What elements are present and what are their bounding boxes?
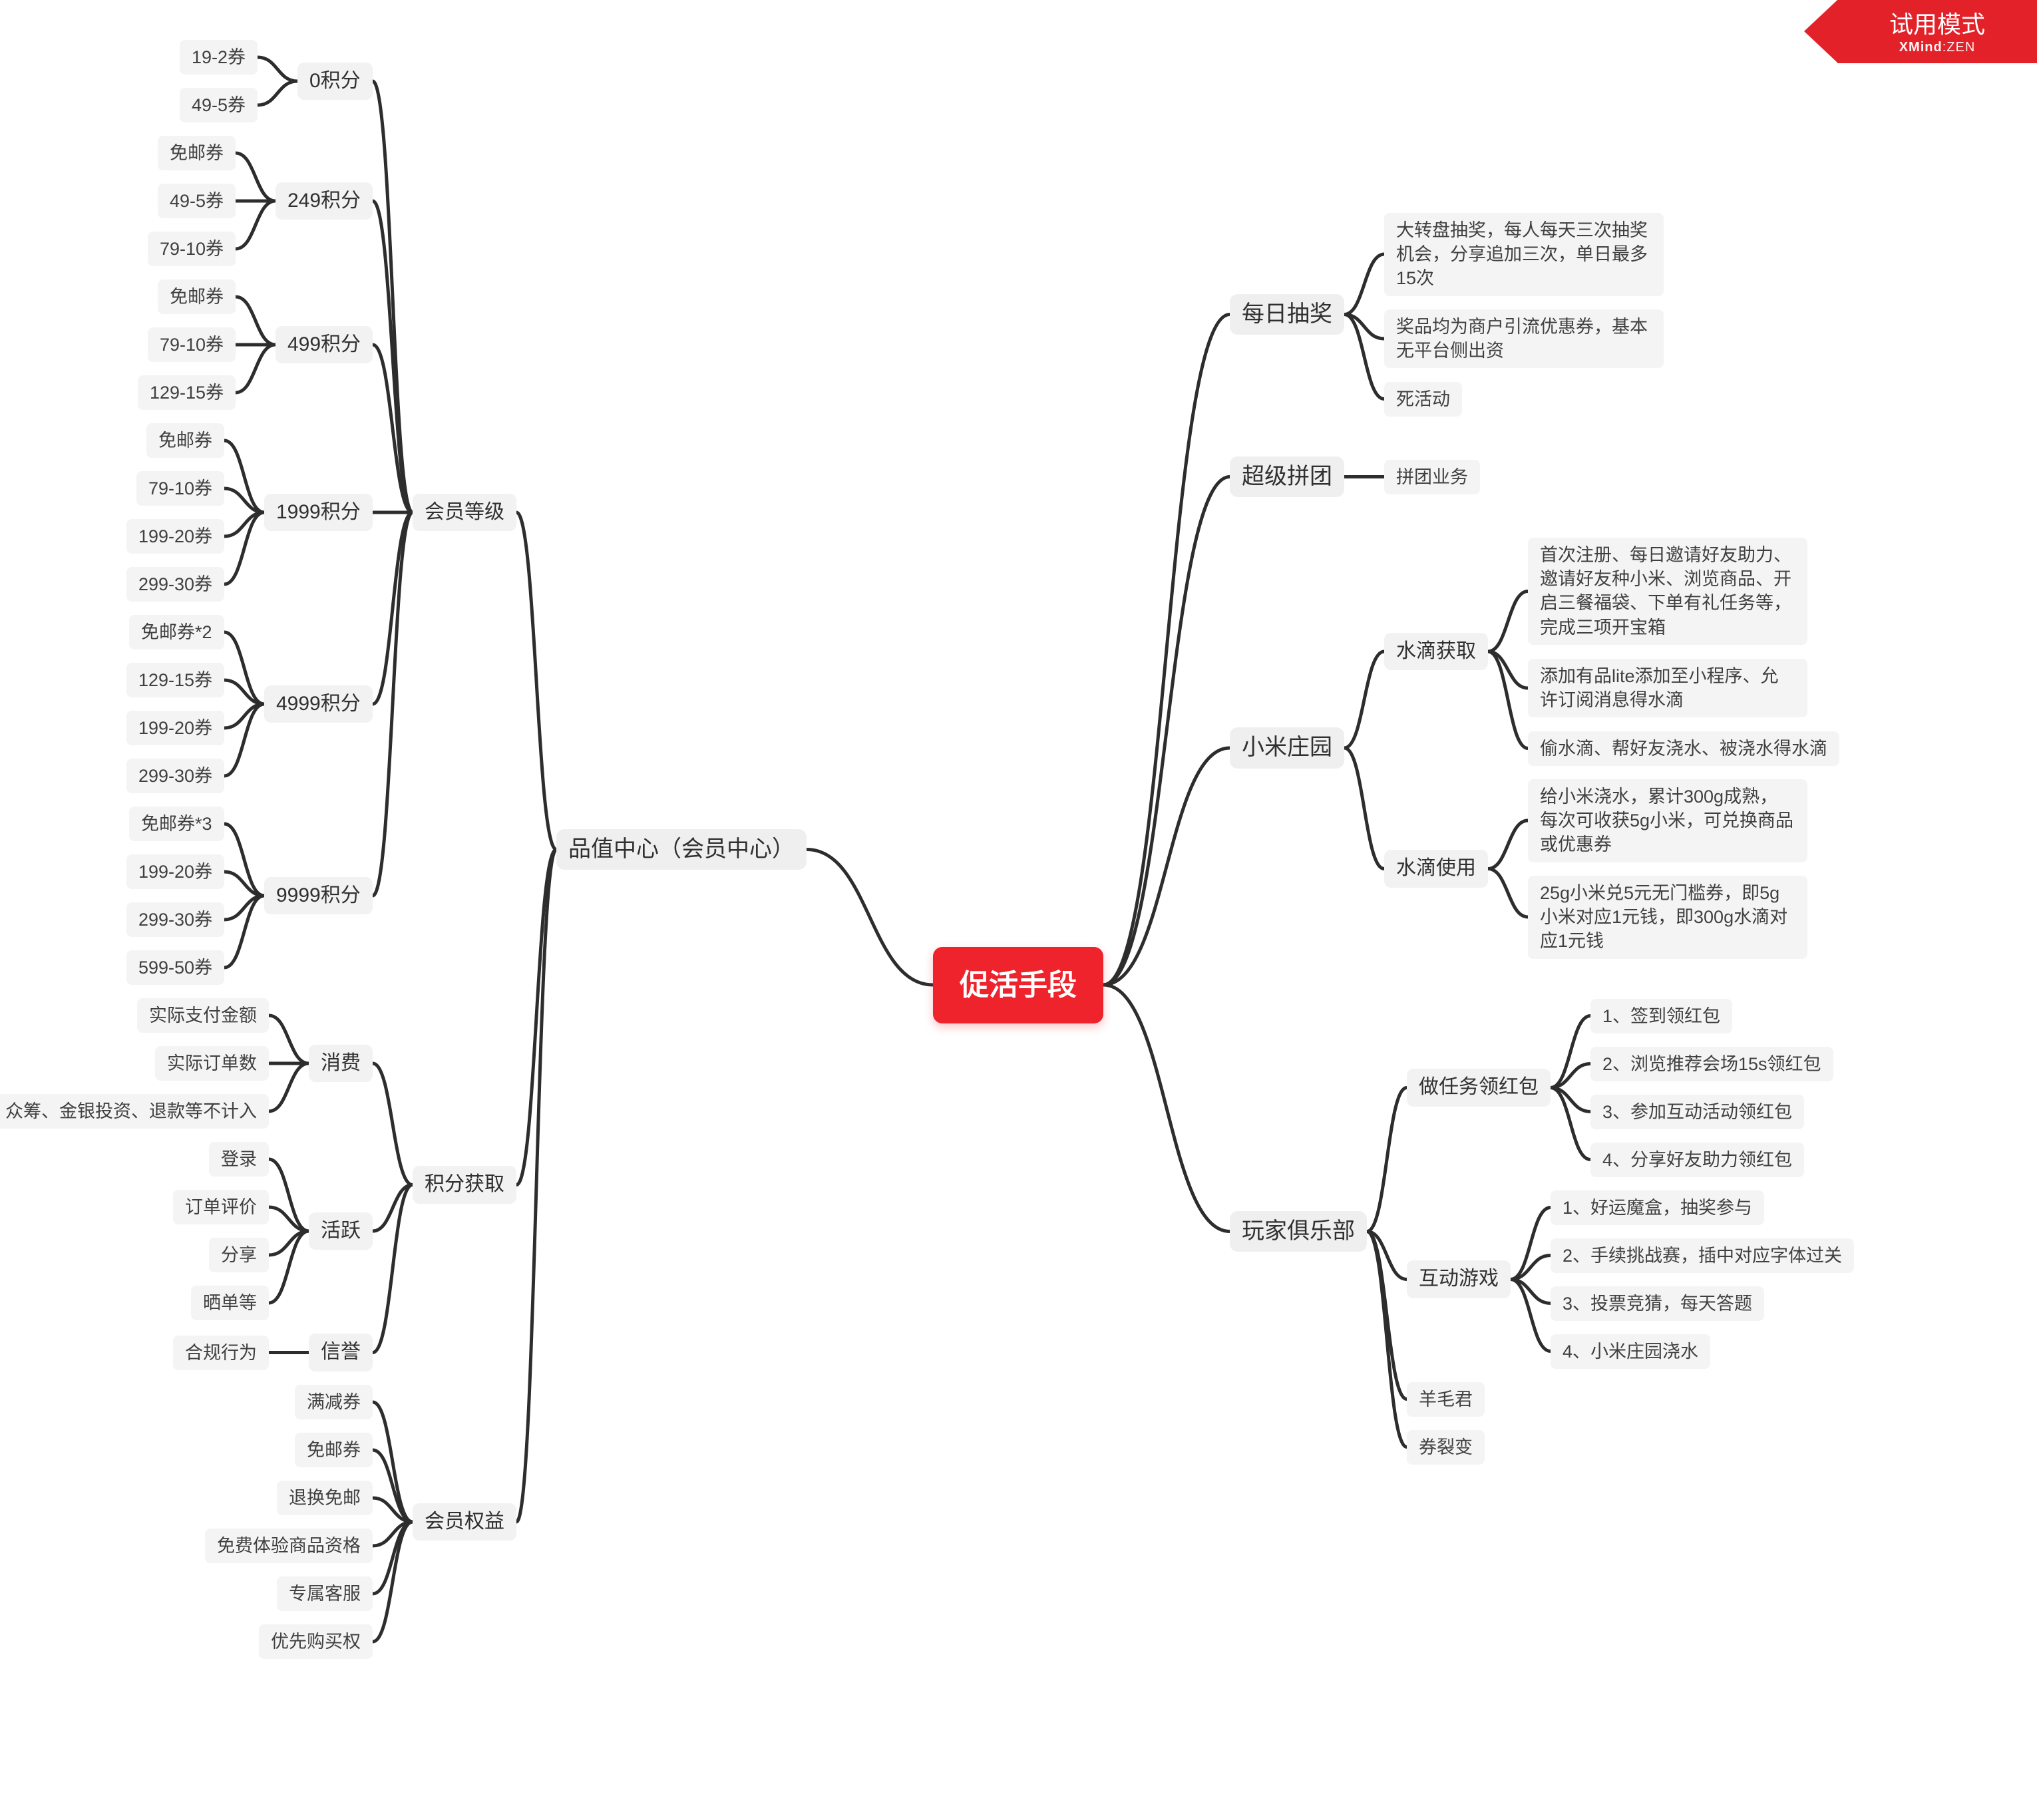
node-活跃[interactable]: 活跃 bbox=[309, 1212, 373, 1250]
node-299-30券[interactable]: 299-30券 bbox=[126, 902, 224, 937]
node-免费体验商品资格[interactable]: 免费体验商品资格 bbox=[205, 1529, 373, 1563]
node-做任务领红包[interactable]: 做任务领红包 bbox=[1407, 1069, 1551, 1107]
node-79-10券[interactable]: 79-10券 bbox=[148, 232, 236, 266]
node-9999积分[interactable]: 9999积分 bbox=[264, 877, 373, 915]
node-众筹、金银投资、退款[interactable]: 众筹、金银投资、退款等不计入 bbox=[0, 1094, 269, 1129]
ribbon-title: 试用模式 bbox=[1837, 0, 2037, 40]
node-199-20券[interactable]: 199-20券 bbox=[126, 854, 224, 889]
node-49-5券[interactable]: 49-5券 bbox=[158, 184, 236, 218]
node-299-30券[interactable]: 299-30券 bbox=[126, 567, 224, 602]
node-2、手续挑战赛，插中[interactable]: 2、手续挑战赛，插中对应字体过关 bbox=[1551, 1238, 1854, 1273]
node-免邮券[interactable]: 免邮券 bbox=[158, 279, 236, 314]
node-互动游戏[interactable]: 互动游戏 bbox=[1407, 1260, 1511, 1298]
node-退换免邮[interactable]: 退换免邮 bbox=[277, 1481, 373, 1515]
node-分享[interactable]: 分享 bbox=[209, 1238, 269, 1272]
node-免邮券[interactable]: 免邮券 bbox=[158, 136, 236, 170]
node-玩家俱乐部[interactable]: 玩家俱乐部 bbox=[1230, 1211, 1367, 1252]
node-4999积分[interactable]: 4999积分 bbox=[264, 685, 373, 723]
node-消费[interactable]: 消费 bbox=[309, 1045, 373, 1083]
node-超级拼团[interactable]: 超级拼团 bbox=[1230, 456, 1344, 498]
node-券裂变[interactable]: 券裂变 bbox=[1407, 1430, 1485, 1465]
node-0积分[interactable]: 0积分 bbox=[297, 63, 373, 100]
node-会员等级[interactable]: 会员等级 bbox=[413, 494, 516, 532]
node-299-30券[interactable]: 299-30券 bbox=[126, 759, 224, 793]
node-25g小米兑5元无门[interactable]: 25g小米兑5元无门槛券，即5g小米对应1元钱，即300g水滴对应1元钱 bbox=[1528, 876, 1807, 959]
node-1、好运魔盒，抽奖参[interactable]: 1、好运魔盒，抽奖参与 bbox=[1551, 1190, 1764, 1225]
node-免邮券[interactable]: 免邮券 bbox=[295, 1433, 373, 1467]
node-信誉[interactable]: 信誉 bbox=[309, 1334, 373, 1371]
node-实际支付金额[interactable]: 实际支付金额 bbox=[137, 998, 269, 1033]
node-2、浏览推荐会场15[interactable]: 2、浏览推荐会场15s领红包 bbox=[1590, 1047, 1833, 1081]
node-499积分[interactable]: 499积分 bbox=[276, 326, 373, 364]
node-4、小米庄园浇水[interactable]: 4、小米庄园浇水 bbox=[1551, 1334, 1710, 1369]
node-79-10券[interactable]: 79-10券 bbox=[148, 327, 236, 362]
node-199-20券[interactable]: 199-20券 bbox=[126, 519, 224, 554]
node-水滴获取[interactable]: 水滴获取 bbox=[1384, 633, 1488, 671]
node-晒单等[interactable]: 晒单等 bbox=[191, 1286, 269, 1320]
node-首次注册、每日邀请好[interactable]: 首次注册、每日邀请好友助力、邀请好友种小米、浏览商品、开启三餐福袋、下单有礼任务… bbox=[1528, 538, 1807, 645]
node-拼团业务[interactable]: 拼团业务 bbox=[1384, 460, 1480, 494]
node-羊毛君[interactable]: 羊毛君 bbox=[1407, 1382, 1485, 1417]
node-1、签到领红包[interactable]: 1、签到领红包 bbox=[1590, 999, 1732, 1033]
node-每日抽奖[interactable]: 每日抽奖 bbox=[1230, 294, 1344, 335]
node-249积分[interactable]: 249积分 bbox=[276, 182, 373, 220]
node-免邮券*3[interactable]: 免邮券*3 bbox=[129, 807, 224, 841]
node-死活动[interactable]: 死活动 bbox=[1384, 382, 1462, 417]
node-登录[interactable]: 登录 bbox=[209, 1142, 269, 1177]
node-给小米浇水，累计30[interactable]: 给小米浇水，累计300g成熟，每次可收获5g小米，可兑换商品或优惠券 bbox=[1528, 779, 1807, 862]
node-会员权益[interactable]: 会员权益 bbox=[413, 1503, 516, 1541]
node-599-50券[interactable]: 599-50券 bbox=[126, 950, 224, 985]
node-合规行为[interactable]: 合规行为 bbox=[173, 1336, 269, 1370]
ribbon-subtitle: XMind:ZEN bbox=[1837, 40, 2037, 55]
node-79-10券[interactable]: 79-10券 bbox=[136, 471, 224, 506]
node-添加有品lite添加[interactable]: 添加有品lite添加至小程序、允许订阅消息得水滴 bbox=[1528, 659, 1807, 718]
node-1999积分[interactable]: 1999积分 bbox=[264, 494, 373, 532]
node-129-15券[interactable]: 129-15券 bbox=[138, 375, 236, 410]
node-满减券[interactable]: 满减券 bbox=[295, 1385, 373, 1419]
node-优先购买权[interactable]: 优先购买权 bbox=[259, 1624, 373, 1659]
node-品值中心（会员中心）[interactable]: 品值中心（会员中心） bbox=[556, 829, 807, 870]
node-19-2券[interactable]: 19-2券 bbox=[180, 40, 258, 75]
node-免邮券*2[interactable]: 免邮券*2 bbox=[129, 615, 224, 649]
node-3、参加互动活动领红[interactable]: 3、参加互动活动领红包 bbox=[1590, 1095, 1804, 1129]
node-积分获取[interactable]: 积分获取 bbox=[413, 1166, 516, 1204]
node-49-5券[interactable]: 49-5券 bbox=[180, 88, 258, 122]
node-奖品均为商户引流优惠[interactable]: 奖品均为商户引流优惠券，基本无平台侧出资 bbox=[1384, 309, 1664, 369]
node-129-15券[interactable]: 129-15券 bbox=[126, 663, 224, 697]
node-4、分享好友助力领红[interactable]: 4、分享好友助力领红包 bbox=[1590, 1143, 1804, 1177]
node-小米庄园[interactable]: 小米庄园 bbox=[1230, 727, 1344, 769]
mindmap-stage: 试用模式 XMind:ZEN 促活手段 每日抽奖大转盘抽奖，每人每天三次抽奖机会，… bbox=[0, 0, 2037, 1820]
node-大转盘抽奖，每人每天[interactable]: 大转盘抽奖，每人每天三次抽奖机会，分享追加三次，单日最多15次 bbox=[1384, 213, 1664, 296]
node-订单评价[interactable]: 订单评价 bbox=[173, 1190, 269, 1224]
node-3、投票竞猜，每天答[interactable]: 3、投票竞猜，每天答题 bbox=[1551, 1286, 1764, 1321]
node-偷水滴、帮好友浇水、[interactable]: 偷水滴、帮好友浇水、被浇水得水滴 bbox=[1528, 731, 1839, 766]
node-专属客服[interactable]: 专属客服 bbox=[277, 1576, 373, 1611]
node-实际订单数[interactable]: 实际订单数 bbox=[155, 1046, 269, 1081]
trial-ribbon: 试用模式 XMind:ZEN bbox=[1837, 0, 2037, 63]
node-水滴使用[interactable]: 水滴使用 bbox=[1384, 850, 1488, 888]
node-免邮券[interactable]: 免邮券 bbox=[146, 423, 224, 458]
node-199-20券[interactable]: 199-20券 bbox=[126, 711, 224, 745]
root-node[interactable]: 促活手段 bbox=[933, 947, 1103, 1023]
